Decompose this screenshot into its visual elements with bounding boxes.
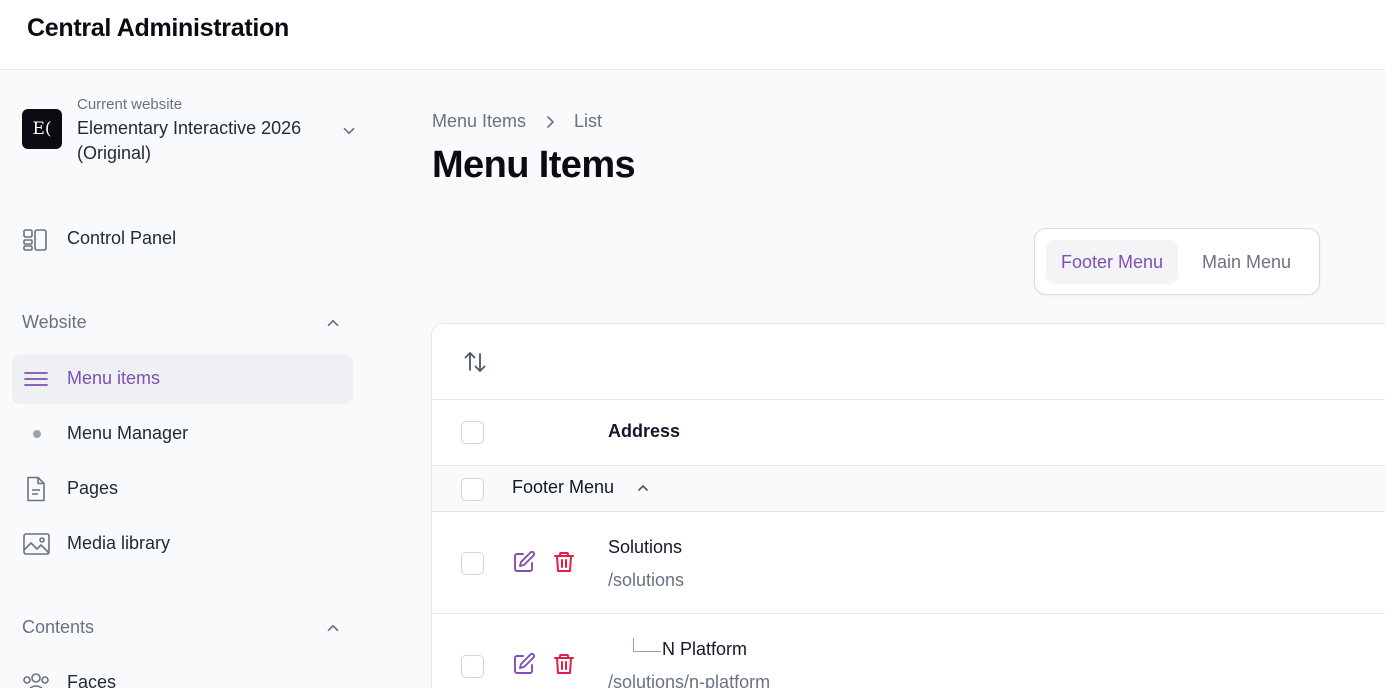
top-bar: Central Administration: [0, 0, 1385, 70]
sidebar: E( Current website Elementary Interactiv…: [0, 70, 380, 688]
sidebar-group-label: Contents: [22, 617, 95, 637]
sidebar-group-contents[interactable]: Contents: [22, 613, 342, 643]
table-group-row: Footer Menu: [432, 466, 1385, 512]
image-icon: [23, 533, 50, 555]
sidebar-item-menu-manager[interactable]: Menu Manager: [12, 409, 353, 459]
main-content: Menu Items List Menu Items Footer Menu M…: [380, 70, 1385, 688]
page-title: Menu Items: [432, 144, 636, 186]
chevron-up-icon[interactable]: [635, 480, 651, 496]
document-icon: [27, 476, 45, 502]
edit-icon[interactable]: [512, 550, 536, 574]
sidebar-item-label: Faces: [67, 672, 117, 688]
table-row: Solutions /solutions: [432, 512, 1385, 614]
website-name: Elementary Interactive 2026 (Original): [77, 118, 302, 163]
sidebar-item-label: Media library: [67, 533, 171, 553]
table-header-row: Address: [432, 400, 1385, 466]
sidebar-item-menu-items[interactable]: Menu items: [12, 354, 353, 404]
delete-icon[interactable]: [552, 550, 576, 574]
sidebar-item-label: Menu items: [67, 368, 161, 388]
item-title: N Platform: [662, 639, 748, 659]
sidebar-group-website[interactable]: Website: [22, 308, 342, 338]
table-row: N Platform /solutions/n-platform: [432, 614, 1385, 688]
chevron-down-icon[interactable]: [340, 122, 358, 140]
users-icon: [23, 673, 49, 688]
sidebar-group-label: Website: [22, 312, 87, 332]
tab-footer-menu[interactable]: Footer Menu: [1046, 240, 1179, 284]
row-select-checkbox[interactable]: [461, 655, 484, 678]
item-path: /solutions/n-platform: [608, 672, 771, 688]
breadcrumb-link[interactable]: Menu Items: [432, 111, 526, 132]
chevron-right-icon: [547, 115, 554, 128]
group-label: Footer Menu: [512, 477, 615, 497]
select-all-checkbox[interactable]: [461, 421, 484, 444]
sidebar-item-pages[interactable]: Pages: [12, 464, 353, 514]
breadcrumb-current: List: [574, 111, 603, 131]
menu-lines-icon: [24, 372, 48, 386]
table-toolbar: [432, 324, 1385, 400]
chevron-up-icon[interactable]: [324, 314, 342, 332]
dashboard-icon: [23, 229, 47, 251]
chevron-up-icon[interactable]: [324, 619, 342, 637]
group-select-checkbox[interactable]: [461, 478, 484, 501]
website-switcher[interactable]: E( Current website Elementary Interactiv…: [22, 94, 362, 166]
sidebar-item-label: Menu Manager: [67, 423, 189, 443]
column-header-address[interactable]: Address: [608, 421, 680, 442]
menu-tabs: Footer Menu Main Menu: [1034, 228, 1320, 295]
breadcrumb: Menu Items List: [432, 111, 602, 132]
sort-icon[interactable]: [462, 348, 488, 376]
sidebar-item-media-library[interactable]: Media library: [12, 519, 353, 569]
website-caption: Current website: [77, 96, 183, 113]
item-path: /solutions: [608, 570, 685, 590]
sidebar-item-label: Pages: [67, 478, 119, 498]
tab-main-menu[interactable]: Main Menu: [1187, 240, 1306, 284]
dot-icon: [33, 430, 41, 438]
menu-items-table: Address Footer Menu Solutions /solutions: [431, 323, 1385, 688]
delete-icon[interactable]: [552, 652, 576, 676]
sidebar-item-control-panel[interactable]: Control Panel: [12, 214, 353, 264]
sidebar-item-faces[interactable]: Faces: [12, 658, 353, 688]
tree-connector: [633, 638, 661, 652]
row-select-checkbox[interactable]: [461, 552, 484, 575]
app-title: Central Administration: [27, 14, 289, 42]
website-avatar: E(: [22, 109, 62, 149]
sidebar-item-label: Control Panel: [67, 228, 177, 248]
item-title: Solutions: [608, 537, 683, 557]
edit-icon[interactable]: [512, 652, 536, 676]
